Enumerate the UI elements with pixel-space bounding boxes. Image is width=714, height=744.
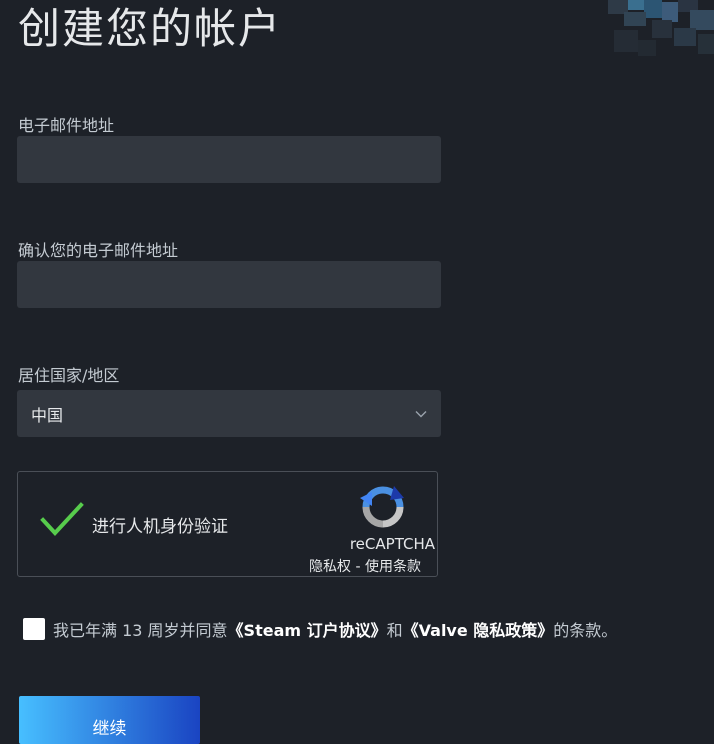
agreement-middle: 和 (386, 621, 403, 640)
email-label: 电子邮件地址 (18, 116, 115, 135)
confirm-email-label: 确认您的电子邮件地址 (18, 241, 179, 260)
country-select-value: 中国 (31, 405, 64, 425)
recaptcha-separator: - (351, 559, 365, 575)
recaptcha-label: 进行人机身份验证 (92, 517, 228, 537)
recaptcha-terms-link[interactable]: 使用条款 (365, 559, 421, 575)
country-select[interactable]: 中国 (17, 390, 441, 437)
email-input[interactable] (17, 136, 441, 183)
ssa-link[interactable]: 《Steam 订户协议》 (228, 621, 387, 640)
agreement-suffix: 的条款。 (553, 621, 618, 640)
recaptcha-brand: reCAPTCHA (349, 535, 435, 553)
privacy-policy-link[interactable]: 《Valve 隐私政策》 (403, 621, 554, 640)
page-title: 创建您的帐户 (18, 4, 283, 53)
decorative-pixel-pattern (608, 0, 714, 56)
agreement-checkbox[interactable] (23, 618, 45, 640)
recaptcha-privacy-link[interactable]: 隐私权 (309, 559, 351, 575)
agreement-text: 我已年满 13 周岁并同意《Steam 订户协议》和《Valve 隐私政策》的条… (53, 617, 617, 641)
recaptcha-logo-icon (360, 486, 404, 528)
agreement-prefix: 我已年满 13 周岁并同意 (53, 621, 228, 640)
country-label: 居住国家/地区 (18, 366, 120, 385)
checkmark-icon[interactable] (40, 502, 84, 538)
recaptcha-widget[interactable]: 进行人机身份验证 reCAPTCHA 隐私权 - 使用条款 (17, 471, 438, 577)
confirm-email-input[interactable] (17, 261, 441, 308)
chevron-down-icon (415, 410, 427, 417)
recaptcha-links: 隐私权 - 使用条款 (309, 556, 421, 576)
agreement-row: 我已年满 13 周岁并同意《Steam 订户协议》和《Valve 隐私政策》的条… (23, 617, 617, 641)
